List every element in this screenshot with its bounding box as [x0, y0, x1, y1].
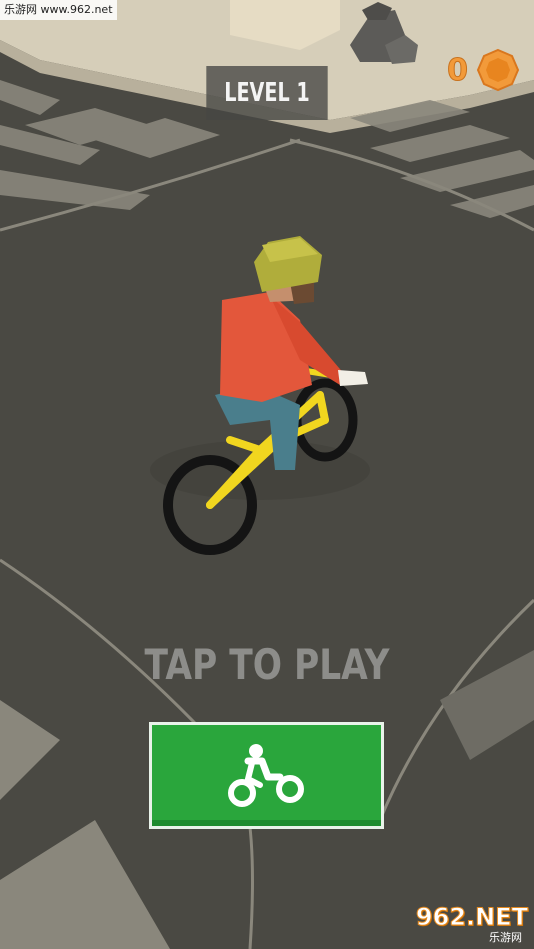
watermark-logo-text: 962.NET	[415, 903, 528, 932]
coin-icon	[476, 48, 520, 92]
coin-counter: 0	[447, 48, 520, 92]
watermark-bottom: 962.NET 乐游网	[404, 903, 528, 945]
play-button[interactable]	[149, 722, 384, 829]
tap-to-play-prompt: TAP TO PLAY	[144, 640, 390, 689]
watermark-subtext: 乐游网	[489, 931, 522, 944]
coin-count: 0	[447, 52, 469, 88]
bike-icon	[227, 743, 304, 807]
level-label: LEVEL 1	[224, 78, 310, 108]
watermark-top: 乐游网 www.962.net	[0, 0, 117, 20]
level-banner: LEVEL 1	[206, 66, 328, 120]
